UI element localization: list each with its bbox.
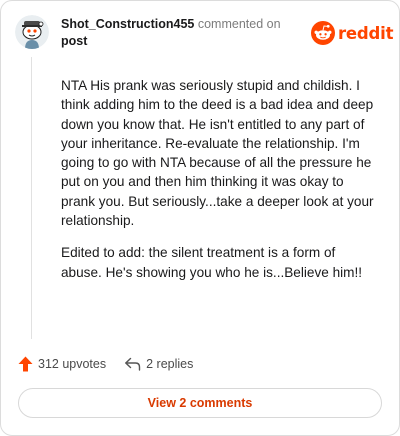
- comment-paragraph: Edited to add: the silent treatment is a…: [61, 245, 363, 280]
- action-text: commented on: [197, 17, 281, 31]
- replies-button[interactable]: 2 replies: [124, 357, 193, 371]
- comment-paragraph: NTA His prank was seriously stupid and c…: [61, 78, 374, 229]
- reddit-snoo-icon: [311, 21, 335, 45]
- upvote-count: 312 upvotes: [38, 357, 107, 371]
- comment-card: Shot_Construction455 commented on post r…: [0, 0, 400, 436]
- reply-arrow-icon: [125, 357, 141, 371]
- snoo-avatar-icon: [15, 15, 49, 49]
- replies-count: 2 replies: [146, 357, 194, 371]
- reddit-logo[interactable]: reddit: [311, 20, 393, 46]
- thread-line: [31, 57, 32, 339]
- user-avatar[interactable]: [15, 15, 49, 49]
- comment-header: Shot_Construction455 commented on post: [61, 16, 296, 50]
- comment-body: NTA His prank was seriously stupid and c…: [61, 76, 379, 295]
- comment-actions: 312 upvotes 2 replies: [18, 353, 193, 375]
- upvote-button[interactable]: 312 upvotes: [18, 356, 106, 372]
- view-comments-button[interactable]: View 2 comments: [18, 388, 382, 418]
- brand-wordmark: reddit: [338, 23, 394, 43]
- post-link[interactable]: post: [61, 34, 87, 48]
- username[interactable]: Shot_Construction455: [61, 17, 194, 31]
- upvote-arrow-icon: [18, 356, 33, 372]
